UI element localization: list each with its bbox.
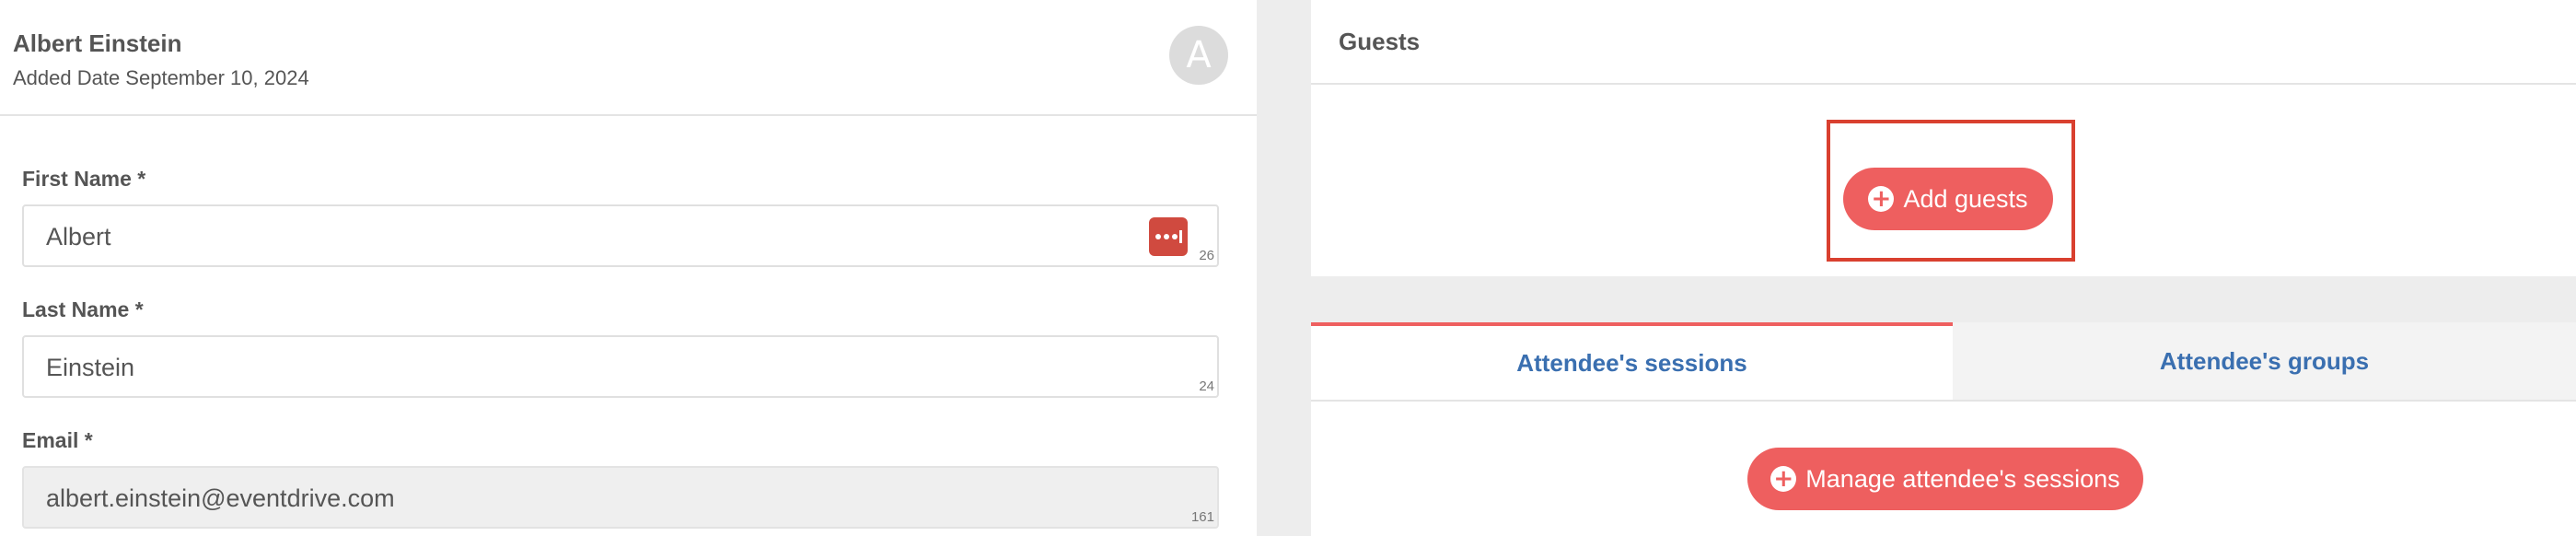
guests-title: Guests	[1339, 28, 1421, 55]
plus-icon: +	[1770, 466, 1797, 492]
manage-sessions-label: Manage attendee's sessions	[1805, 464, 2120, 493]
added-date: Added Date September 10, 2024	[13, 66, 309, 89]
attendee-tabs: Attendee's sessions Attendee's groups	[1311, 322, 2576, 402]
guests-header: Guests	[1311, 0, 2576, 85]
first-name-char-count: 26	[1199, 248, 1214, 263]
first-name-value: Albert	[46, 223, 111, 251]
first-name-label: First Name *	[22, 167, 146, 191]
avatar: A	[1169, 26, 1228, 85]
last-name-label: Last Name *	[22, 297, 144, 321]
tab-attendee-groups[interactable]: Attendee's groups	[1953, 322, 2576, 400]
add-guests-label: Add guests	[1903, 184, 2028, 213]
attendee-header: Albert Einstein Added Date September 10,…	[0, 0, 1257, 116]
last-name-field[interactable]: Einstein 24	[22, 335, 1219, 398]
plus-icon: +	[1868, 186, 1895, 212]
attendee-name: Albert Einstein	[13, 29, 182, 57]
last-name-value: Einstein	[46, 354, 135, 381]
section-separator	[1311, 276, 2576, 322]
email-value: albert.einstein@eventdrive.com	[46, 484, 395, 512]
last-name-char-count: 24	[1199, 379, 1214, 394]
email-char-count: 161	[1190, 509, 1214, 525]
guests-panel: Guests + Add guests Attendee's sessions …	[1311, 0, 2576, 536]
attendee-details-panel: Albert Einstein Added Date September 10,…	[0, 0, 1257, 536]
manage-sessions-button[interactable]: + Manage attendee's sessions	[1747, 448, 2143, 510]
panel-divider	[1257, 0, 1311, 536]
email-field[interactable]: albert.einstein@eventdrive.com 161	[22, 466, 1219, 529]
add-guests-button[interactable]: + Add guests	[1843, 168, 2053, 230]
email-label: Email *	[22, 428, 93, 452]
first-name-field[interactable]: Albert 26	[22, 204, 1219, 267]
password-manager-icon[interactable]	[1149, 217, 1188, 256]
tab-attendee-sessions[interactable]: Attendee's sessions	[1311, 322, 1953, 400]
